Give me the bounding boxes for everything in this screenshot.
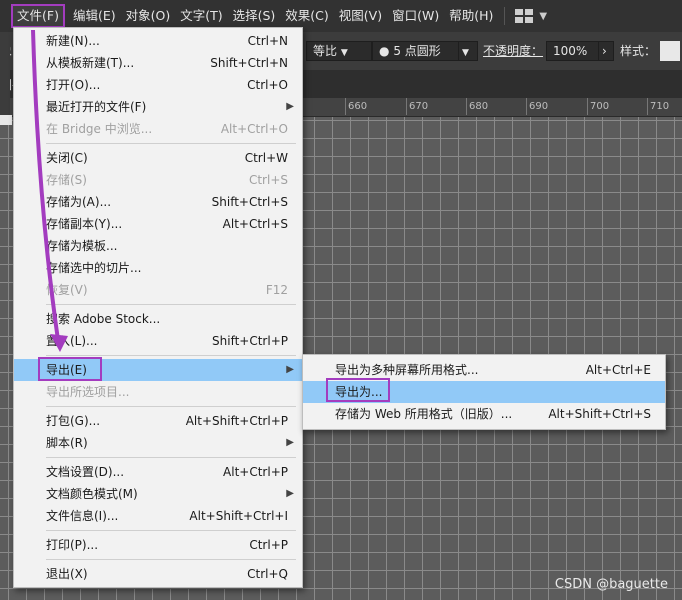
annotation-arrow-icon [31, 29, 68, 352]
watermark: CSDN @baguette [554, 577, 668, 592]
